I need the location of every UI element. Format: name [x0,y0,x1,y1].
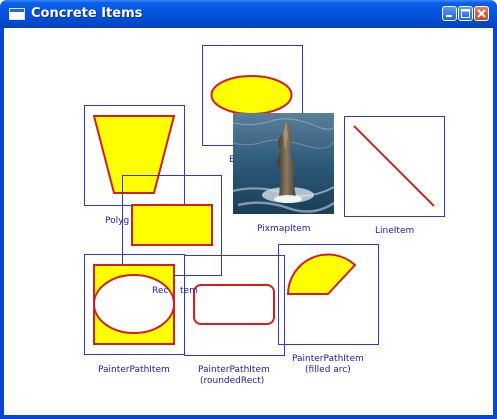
pixmap-item-label: PixmapItem [257,224,311,234]
graphics-view[interactable]: E Polyg Rec tem PixmapItem LineItem Pain… [4,28,493,415]
line-item-label: LineItem [375,226,415,236]
rounded-rect-item-label-line1: PainterPathItem [198,365,270,375]
app-window: Concrete Items E Polyg Rec tem PixmapIte… [0,0,497,419]
minimize-button[interactable] [442,6,457,21]
filled-arc-item-label-line2: (filled arc) [305,365,351,375]
rounded-rect-item-label-line2: (roundedRect) [200,376,265,386]
rounded-rect-shape [193,284,275,325]
painter-path-item[interactable] [84,254,185,355]
ellipse-shape [210,75,293,115]
filled-arc-shape [286,253,357,295]
app-window-icon [9,8,25,20]
title-bar[interactable]: Concrete Items [0,0,497,28]
scene-canvas [84,45,445,356]
painter-path-ellipse [93,274,175,334]
line-shape [353,125,435,207]
filled-arc-item[interactable] [278,244,379,345]
polygon-item[interactable] [84,105,185,206]
rect-item-label-end: tem [180,286,198,296]
polygon-shape [92,115,176,194]
close-button[interactable] [474,6,489,21]
window-title: Concrete Items [31,6,143,21]
rounded-rect-item[interactable] [184,255,285,356]
minimize-icon [446,15,452,17]
ellipse-item-label: E [229,155,235,165]
rect-shape [131,204,213,246]
rect-item-label-start: Rec [152,286,169,296]
maximize-icon [461,9,470,18]
polygon-item-label: Polyg [105,216,130,226]
sea-stack-photo [233,113,334,214]
filled-arc-item-label-line1: PainterPathItem [292,354,364,364]
pixmap-item[interactable] [233,113,334,214]
line-item[interactable] [344,116,445,217]
close-icon [477,9,486,18]
maximize-button[interactable] [458,6,473,21]
painter-path-item-label: PainterPathItem [98,365,170,375]
